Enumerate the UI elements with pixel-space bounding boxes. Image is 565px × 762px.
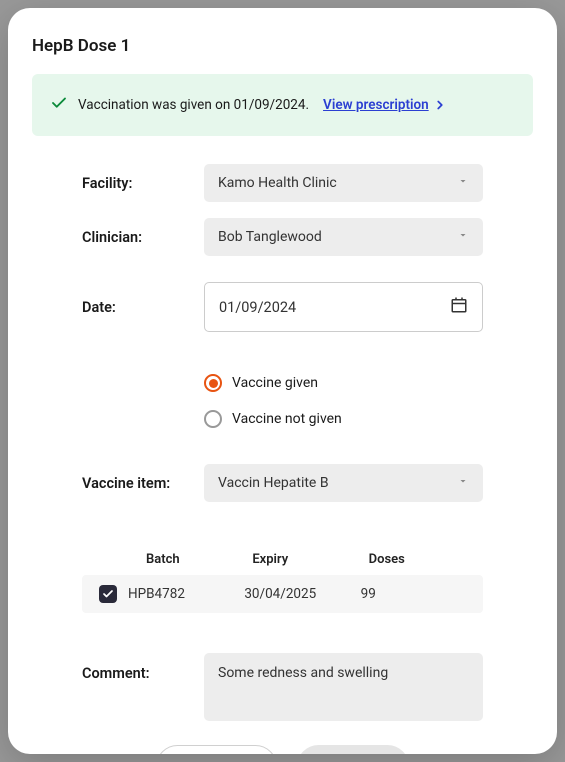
modal-title: HepB Dose 1	[32, 36, 533, 56]
facility-value: Kamo Health Clinic	[218, 175, 337, 191]
batch-cell-batch: HPB4782	[128, 586, 244, 602]
comment-row: Comment:	[82, 653, 483, 721]
chevron-down-icon	[457, 229, 469, 245]
chevron-down-icon	[457, 175, 469, 191]
comment-textarea[interactable]	[204, 653, 483, 721]
date-label: Date:	[82, 299, 192, 316]
radio-given-label: Vaccine given	[232, 375, 318, 391]
notice-link-label: View prescription	[323, 97, 429, 113]
table-row[interactable]: HPB4782 30/04/2025 99	[82, 575, 483, 613]
clinician-label: Clinician:	[82, 229, 192, 246]
radio-icon	[204, 374, 222, 392]
vaccine-item-row: Vaccine item: Vaccin Hepatite B	[82, 464, 483, 502]
clinician-row: Clinician: Bob Tanglewood	[82, 218, 483, 256]
clinician-value: Bob Tanglewood	[218, 229, 322, 245]
batch-cell-doses: 99	[361, 586, 477, 602]
date-input[interactable]: 01/09/2024	[204, 282, 483, 332]
vaccination-modal: HepB Dose 1 Vaccination was given on 01/…	[8, 8, 557, 754]
batch-cell-expiry: 30/04/2025	[244, 586, 360, 602]
batch-checkbox[interactable]	[99, 585, 117, 603]
check-icon	[50, 94, 68, 116]
batch-header-batch: Batch	[128, 552, 244, 567]
radio-icon	[204, 410, 222, 428]
modal-footer: Cancel OK	[32, 721, 533, 754]
calendar-icon	[450, 296, 468, 318]
clinician-select[interactable]: Bob Tanglewood	[204, 218, 483, 256]
vaccine-item-value: Vaccin Hepatite B	[218, 475, 329, 491]
chevron-down-icon	[457, 475, 469, 491]
radio-vaccine-given[interactable]: Vaccine given	[204, 374, 483, 392]
batch-table-header: . Batch Expiry Doses	[82, 552, 483, 575]
check-icon	[102, 588, 114, 600]
chevron-right-icon	[433, 98, 447, 112]
date-value: 01/09/2024	[219, 299, 296, 316]
batch-header-doses: Doses	[361, 552, 477, 567]
comment-label: Comment:	[82, 653, 192, 682]
facility-label: Facility:	[82, 175, 192, 192]
facility-row: Facility: Kamo Health Clinic	[82, 164, 483, 202]
view-prescription-link[interactable]: View prescription	[323, 97, 447, 113]
vaccine-item-select[interactable]: Vaccin Hepatite B	[204, 464, 483, 502]
cancel-button[interactable]: Cancel	[156, 745, 277, 754]
form-section: Facility: Kamo Health Clinic Clinician: …	[32, 164, 533, 721]
date-row: Date: 01/09/2024	[82, 282, 483, 332]
notice-text: Vaccination was given on 01/09/2024.	[78, 97, 309, 113]
vaccine-status-radio-group: Vaccine given Vaccine not given	[82, 374, 483, 428]
batch-table: . Batch Expiry Doses HPB4782 30/04/2025 …	[82, 552, 483, 613]
ok-button[interactable]: OK	[297, 745, 409, 754]
vaccine-item-label: Vaccine item:	[82, 475, 192, 492]
notice-banner: Vaccination was given on 01/09/2024. Vie…	[32, 74, 533, 136]
radio-vaccine-not-given[interactable]: Vaccine not given	[204, 410, 483, 428]
facility-select[interactable]: Kamo Health Clinic	[204, 164, 483, 202]
batch-header-expiry: Expiry	[244, 552, 360, 567]
radio-not-given-label: Vaccine not given	[232, 411, 342, 427]
